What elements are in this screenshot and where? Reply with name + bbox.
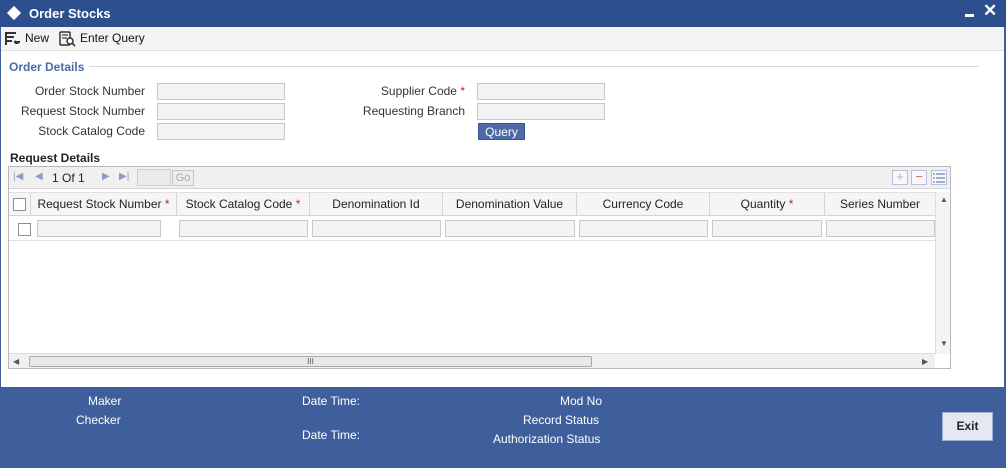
record-status-label: Record Status [523,413,600,427]
column-header-denomination-id[interactable]: Denomination Id [310,193,443,216]
column-header-series-number[interactable]: Series Number [825,193,935,216]
request-details-grid: |◀ ◀ 1 Of 1 ▶ ▶| Go + − Request Stock Nu… [8,166,951,369]
column-header-quantity[interactable]: Quantity * [710,193,825,216]
denomination-value-cell[interactable] [445,220,575,237]
supplier-code-input[interactable] [477,83,605,100]
page-number-input[interactable] [137,169,171,186]
required-marker: * [295,197,301,211]
request-stock-number-cell[interactable] [37,220,161,237]
currency-code-cell[interactable] [579,220,708,237]
horizontal-scroll-thumb[interactable]: III [29,356,592,367]
exit-button[interactable]: Exit [942,412,993,441]
stock-catalog-code-cell[interactable] [179,220,308,237]
column-header-request-stock-number[interactable]: Request Stock Number * [31,193,177,216]
delete-row-button[interactable]: − [911,170,927,185]
supplier-code-label: Supplier Code * [331,84,465,98]
new-label: New [25,31,50,45]
column-header-currency-code[interactable]: Currency Code [577,193,710,216]
required-marker: * [164,197,170,211]
previous-page-icon[interactable]: ◀ [35,171,43,182]
window-title-bar: Order Stocks ✕ [0,0,1006,27]
authorization-status-label: Authorization Status [493,432,601,446]
order-stock-number-input[interactable] [157,83,285,100]
column-header-label: Stock Catalog Code [185,197,293,211]
column-header-stock-catalog-code[interactable]: Stock Catalog Code * [177,193,310,216]
toolbar: New Enter Query [1,27,1004,51]
mod-no-label: Mod No [560,394,603,408]
requesting-branch-label: Requesting Branch [362,104,465,118]
order-details-title: Order Details [9,60,85,74]
column-header-label: Denomination Value [455,197,564,211]
column-header-label: Series Number [839,197,921,211]
next-page-icon[interactable]: ▶ [102,171,110,182]
required-marker: * [788,197,794,211]
request-stock-number-label: Request Stock Number [20,104,145,118]
vertical-scrollbar[interactable]: ▲ ▼ [935,192,950,354]
scroll-right-icon[interactable]: ▶ [922,357,928,366]
stock-catalog-code-input[interactable] [157,123,285,140]
last-page-icon[interactable]: ▶| [119,171,129,182]
add-row-button[interactable]: + [892,170,908,185]
enter-query-button[interactable]: Enter Query [58,30,148,48]
column-header-label: Currency Code [602,197,684,211]
supplier-code-label-text: Supplier Code [380,84,457,98]
go-button[interactable]: Go [172,170,194,186]
quantity-cell[interactable] [712,220,822,237]
scroll-down-icon[interactable]: ▼ [940,339,948,348]
single-view-button[interactable] [931,170,947,185]
column-header-label: Quantity [740,197,786,211]
window-title: Order Stocks [29,6,111,21]
maker-label: Maker [88,394,122,408]
horizontal-scrollbar[interactable]: ◀ III ▶ [9,353,935,368]
scroll-left-icon[interactable]: ◀ [13,357,19,366]
plus-icon: + [896,169,904,184]
checker-label: Checker [76,413,121,427]
order-stock-number-label: Order Stock Number [34,84,145,98]
select-all-checkbox[interactable] [13,198,26,211]
column-header-label: Request Stock Number [37,197,162,211]
column-header-label: Denomination Id [332,197,420,211]
minimize-icon[interactable] [963,3,977,21]
list-view-icon [933,173,945,183]
main-content: New Enter Query Order Details Order Stoc… [1,27,1004,387]
denomination-id-cell[interactable] [312,220,441,237]
minus-icon: − [915,169,923,184]
request-details-title: Request Details [10,151,101,165]
table-row [9,217,935,241]
grid-header-row: Request Stock Number * Stock Catalog Cod… [9,192,935,216]
query-button[interactable]: Query [478,123,525,140]
scroll-up-icon[interactable]: ▲ [940,195,948,204]
series-number-cell[interactable] [826,220,935,237]
select-all-cell [9,193,31,216]
row-checkbox[interactable] [18,223,31,236]
page-indicator: 1 Of 1 [52,171,85,185]
section-divider [89,66,979,67]
new-record-icon [5,32,20,45]
stock-catalog-code-label: Stock Catalog Code [38,124,145,138]
enter-query-label: Enter Query [80,31,145,45]
column-header-denomination-value[interactable]: Denomination Value [443,193,577,216]
close-icon[interactable]: ✕ [983,1,997,21]
requesting-branch-input[interactable] [477,103,605,120]
request-stock-number-input[interactable] [157,103,285,120]
first-page-icon[interactable]: |◀ [13,171,23,182]
checker-date-time-label: Date Time: [302,428,361,442]
new-button[interactable]: New [4,30,52,48]
audit-footer: Maker Checker Date Time: Date Time: Mod … [0,387,1006,468]
diamond-icon [6,5,22,21]
maker-date-time-label: Date Time: [302,394,361,408]
scroll-grip: III [307,357,314,366]
required-marker: * [460,84,465,98]
enter-query-icon [59,31,76,47]
grid-pager: |◀ ◀ 1 Of 1 ▶ ▶| Go + − [9,167,950,189]
